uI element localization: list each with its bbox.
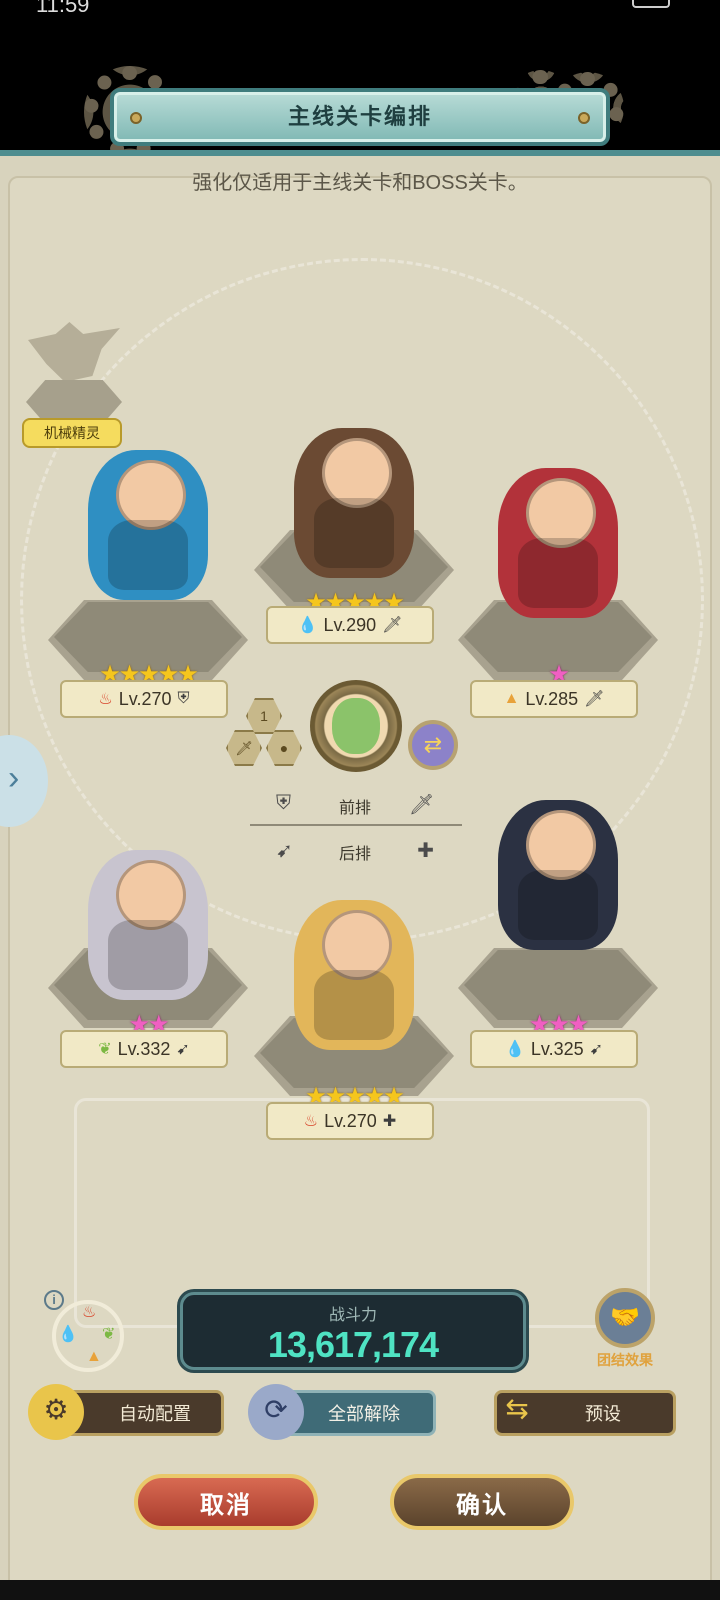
element-icon: ▲ bbox=[503, 690, 520, 707]
back-row-legend: ➹ 后排 ✚ bbox=[270, 836, 440, 866]
level-plate: 💧 Lv.325 ➹ bbox=[470, 1030, 638, 1068]
hero-level: Lv.290 bbox=[323, 614, 377, 635]
system-nav-bar bbox=[0, 1580, 720, 1600]
element-icon: ♨ bbox=[98, 691, 113, 708]
page-title: 主线关卡编排 bbox=[287, 104, 432, 129]
status-time: 11:59 bbox=[36, 0, 90, 17]
role-icon: ➹ bbox=[176, 1041, 190, 1058]
preset-label: 预设 bbox=[585, 1404, 621, 1424]
confirm-button[interactable]: 确认 bbox=[390, 1474, 574, 1530]
handshake-icon: 🤝 bbox=[595, 1288, 655, 1348]
battery-icon bbox=[632, 0, 670, 8]
hero-sprite[interactable] bbox=[498, 468, 618, 618]
front-row-legend: ⛨ 前排 🗡 bbox=[270, 790, 440, 820]
cancel-label: 取消 bbox=[200, 1491, 252, 1519]
role-icon: ⛨ bbox=[177, 690, 190, 707]
element-icon: 💧 bbox=[297, 617, 318, 634]
cancel-button[interactable]: 取消 bbox=[134, 1474, 318, 1530]
status-bar: 11:59 bbox=[0, 0, 720, 40]
preset-arrows-icon: ⇆ bbox=[505, 1393, 529, 1424]
hero-sprite[interactable] bbox=[294, 900, 414, 1050]
gear-icon: ⚙ bbox=[28, 1384, 84, 1440]
hero-sprite[interactable] bbox=[88, 850, 208, 1000]
hero-level: Lv.332 bbox=[117, 1038, 171, 1059]
fire-element-icon: ♨ bbox=[82, 1304, 97, 1321]
hex-pedestal-top bbox=[464, 950, 652, 1020]
combat-power-label: 战斗力 bbox=[328, 1307, 377, 1324]
hero-sprite[interactable] bbox=[88, 450, 208, 600]
leader-face-icon bbox=[332, 698, 380, 754]
row-divider bbox=[250, 824, 462, 826]
healer-role-icon: ✚ bbox=[417, 840, 434, 862]
role-icon: ➹ bbox=[589, 1041, 604, 1058]
element-wheel-icon[interactable]: ♨ ❦ ▲ 💧 bbox=[52, 1300, 124, 1372]
element-icon: 💧 bbox=[504, 1041, 525, 1058]
team-effect-label: 团结效果 bbox=[597, 1352, 653, 1368]
back-row-label: 后排 bbox=[338, 846, 371, 863]
element-icon: ❦ bbox=[98, 1041, 112, 1058]
level-plate: ♨ Lv.270 ⛨ bbox=[60, 680, 228, 718]
element-icon: ♨ bbox=[303, 1113, 319, 1130]
hero-level: Lv.270 bbox=[324, 1110, 377, 1131]
rivet-icon bbox=[130, 112, 142, 124]
role-icon: ✚ bbox=[382, 1113, 397, 1130]
earth-element-icon: ▲ bbox=[86, 1348, 102, 1365]
role-icon: 🗡 bbox=[382, 617, 403, 634]
pet-label[interactable]: 机械精灵 bbox=[22, 418, 122, 448]
level-plate: 💧 Lv.290 🗡 bbox=[266, 606, 434, 644]
hero-level: Lv.325 bbox=[530, 1038, 584, 1059]
level-plate: ♨ Lv.270 ✚ bbox=[266, 1102, 434, 1140]
combat-power-box: 战斗力 13,617,174 bbox=[180, 1292, 526, 1370]
hero-sprite[interactable] bbox=[294, 428, 414, 578]
title-plate: 主线关卡编排 bbox=[110, 88, 610, 146]
auto-config-label: 自动配置 bbox=[119, 1404, 191, 1424]
chevron-right-icon: › bbox=[8, 759, 20, 797]
nature-element-icon: ❦ bbox=[102, 1326, 116, 1343]
hero-level: Lv.270 bbox=[118, 688, 172, 709]
combat-power-value: 13,617,174 bbox=[267, 1324, 439, 1365]
level-plate: ▲ Lv.285 🗡 bbox=[470, 680, 638, 718]
rivet-icon bbox=[578, 112, 590, 124]
hero-sprite[interactable] bbox=[498, 800, 618, 950]
leader-portrait[interactable] bbox=[310, 680, 402, 772]
page-subtitle: 强化仅适用于主线关卡和BOSS关卡。 bbox=[192, 172, 528, 194]
role-icon: 🗡 bbox=[584, 691, 605, 708]
water-element-icon: 💧 bbox=[58, 1326, 78, 1343]
hero-level: Lv.285 bbox=[525, 688, 579, 709]
level-plate: ❦ Lv.332 ➹ bbox=[60, 1030, 228, 1068]
info-icon[interactable]: i bbox=[44, 1290, 64, 1310]
swap-leader-button[interactable]: ⇄ bbox=[408, 720, 458, 770]
team-effect-button[interactable]: 🤝 团结效果 bbox=[590, 1288, 660, 1368]
remove-all-label: 全部解除 bbox=[328, 1404, 400, 1424]
sword-role-icon: 🗡 bbox=[408, 794, 434, 816]
confirm-label: 确认 bbox=[456, 1491, 508, 1519]
unlink-icon: ⟳ bbox=[248, 1384, 304, 1440]
